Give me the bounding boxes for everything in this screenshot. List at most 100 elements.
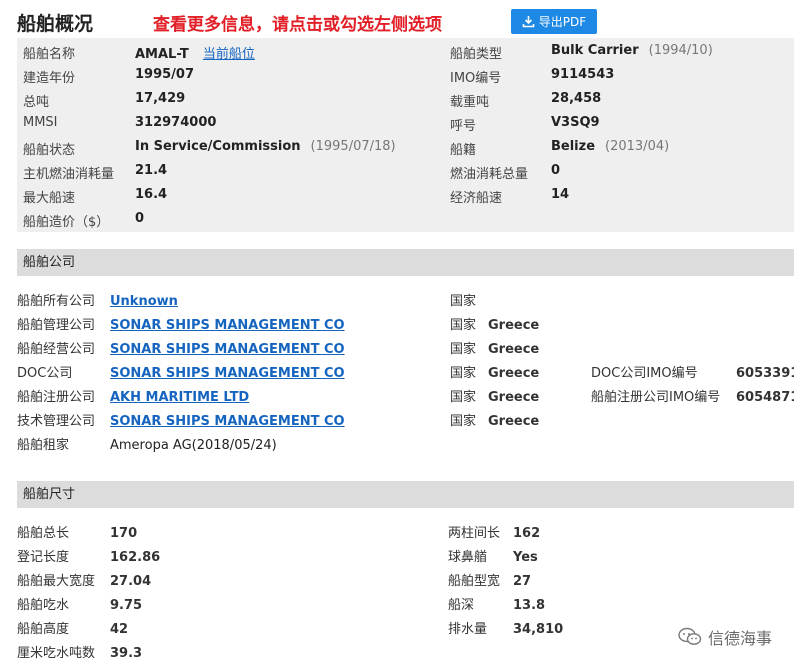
country-value: Greece [488,366,540,381]
country-value: Greece [488,318,540,333]
field-value: 1995/07 [135,67,195,82]
dimension-row: 船舶高度 42 排水量 34,810 [0,618,794,642]
ship-type-date: (1994/10) [648,43,713,58]
field-label: MMSI [23,115,58,130]
overview-row: 船舶造价（$） 0 [17,207,794,231]
company-label: 船舶管理公司 [17,318,96,333]
company-name-link[interactable]: SONAR SHIPS MANAGEMENT CO [110,410,345,434]
company-name-link[interactable]: AKH MARITIME LTD [110,386,249,410]
dimension-value: 27 [513,574,532,589]
dimension-value: 39.3 [110,646,143,661]
dimension-label: 船舶最大宽度 [17,574,96,589]
field-label: 船舶类型 [450,47,503,62]
export-pdf-label: 导出PDF [538,15,587,29]
country-label: 国家 [450,294,477,309]
charterer-label: 船舶租家 [17,438,70,453]
overview-row: 最大船速 16.4 经济船速 14 [17,183,794,207]
country-value: Greece [488,342,540,357]
company-label: 船舶所有公司 [17,294,96,309]
field-value: 0 [551,163,561,178]
dimension-label: 登记长度 [17,550,70,565]
dimension-value: 34,810 [513,622,564,637]
imo-label: 船舶注册公司IMO编号 [591,390,721,405]
field-value: Bulk Carrier (1994/10) [551,43,713,58]
dimension-label: 厘米吃水吨数 [17,646,96,661]
imo-value: 6054871 [736,390,794,405]
dimension-label: 船舶总长 [17,526,70,541]
field-label: 建造年份 [23,71,76,86]
company-row: DOC公司 SONAR SHIPS MANAGEMENT CO 国家 Greec… [0,362,794,386]
company-name-link[interactable]: SONAR SHIPS MANAGEMENT CO [110,362,345,386]
company-row: 船舶经营公司 SONAR SHIPS MANAGEMENT CO 国家 Gree… [0,338,794,362]
dimension-label: 船舶型宽 [448,574,501,589]
field-label: 船舶名称 [23,47,76,62]
field-label: 呼号 [450,119,477,134]
ship-name: AMAL-T [135,47,189,62]
dimension-row: 厘米吃水吨数 39.3 [0,642,794,666]
field-label: 船舶造价（$） [23,215,110,230]
field-value: Belize (2013/04) [551,139,669,154]
dimension-row: 登记长度 162.86 球鼻艏 Yes [0,546,794,570]
field-label: 最大船速 [23,191,76,206]
overview-row: MMSI 312974000 呼号 V3SQ9 [17,111,794,135]
company-name-link[interactable]: Unknown [110,290,178,314]
download-icon [522,16,535,28]
overview-row: 船舶状态 In Service/Commission (1995/07/18) 船… [17,135,794,159]
ship-status-date: (1995/07/18) [310,139,396,154]
dimension-row: 船舶吃水 9.75 船深 13.8 [0,594,794,618]
company-row: 船舶管理公司 SONAR SHIPS MANAGEMENT CO 国家 Gree… [0,314,794,338]
overview-row: 总吨 17,429 载重吨 28,458 [17,87,794,111]
watermark: 信德海事 [678,625,772,649]
imo-value: 6053391 [736,366,794,381]
section-header-company: 船舶公司 [17,249,794,276]
field-label: 总吨 [23,95,50,110]
export-pdf-button[interactable]: 导出PDF [511,9,597,34]
country-label: 国家 [450,390,477,405]
field-value: 312974000 [135,115,217,130]
page-title: 船舶概况 [17,13,94,35]
flag-date: (2013/04) [605,139,670,154]
field-label: 船籍 [450,143,477,158]
country-value: Greece [488,414,540,429]
company-name-link[interactable]: SONAR SHIPS MANAGEMENT CO [110,314,345,338]
field-value: 21.4 [135,163,168,178]
field-value: V3SQ9 [551,115,600,130]
field-label: 经济船速 [450,191,503,206]
company-row: 船舶所有公司 Unknown 国家 [0,290,794,314]
field-value: 14 [551,187,570,202]
dimension-row: 船舶最大宽度 27.04 船舶型宽 27 [0,570,794,594]
country-label: 国家 [450,414,477,429]
dimension-value: 42 [110,622,129,637]
dimension-value: 170 [110,526,138,541]
country-value: Greece [488,390,540,405]
dimension-value: 27.04 [110,574,152,589]
charterer-value: Ameropa AG(2018/05/24) [110,438,277,453]
flag: Belize [551,139,596,154]
company-row: 船舶租家 Ameropa AG(2018/05/24) [0,434,794,458]
dimension-value: 9.75 [110,598,143,613]
country-label: 国家 [450,366,477,381]
dimension-label: 球鼻艏 [448,550,488,565]
dimension-value: 162 [513,526,541,541]
field-value: 17,429 [135,91,186,106]
overview-panel: 船舶名称 AMAL-T 当前船位 船舶类型 Bulk Carrier (1994/… [17,38,794,232]
field-label: 船舶状态 [23,143,76,158]
company-label: DOC公司 [17,366,73,381]
field-value: AMAL-T 当前船位 [135,43,255,62]
dimension-value: 13.8 [513,598,546,613]
watermark-text: 信德海事 [707,629,772,648]
current-position-link[interactable]: 当前船位 [203,47,255,62]
company-row: 技术管理公司 SONAR SHIPS MANAGEMENT CO 国家 Gree… [0,410,794,434]
company-label: 船舶经营公司 [17,342,96,357]
field-label: 主机燃油消耗量 [23,167,115,182]
company-name-link[interactable]: SONAR SHIPS MANAGEMENT CO [110,338,345,362]
wechat-icon [678,627,702,645]
dimension-label: 船舶吃水 [17,598,70,613]
field-value: 0 [135,211,145,226]
field-label: 燃油消耗总量 [450,167,529,182]
field-value: 28,458 [551,91,602,106]
dimension-value: 162.86 [110,550,161,565]
country-label: 国家 [450,318,477,333]
field-label: IMO编号 [450,71,502,86]
overview-row: 船舶名称 AMAL-T 当前船位 船舶类型 Bulk Carrier (1994/… [17,39,794,63]
